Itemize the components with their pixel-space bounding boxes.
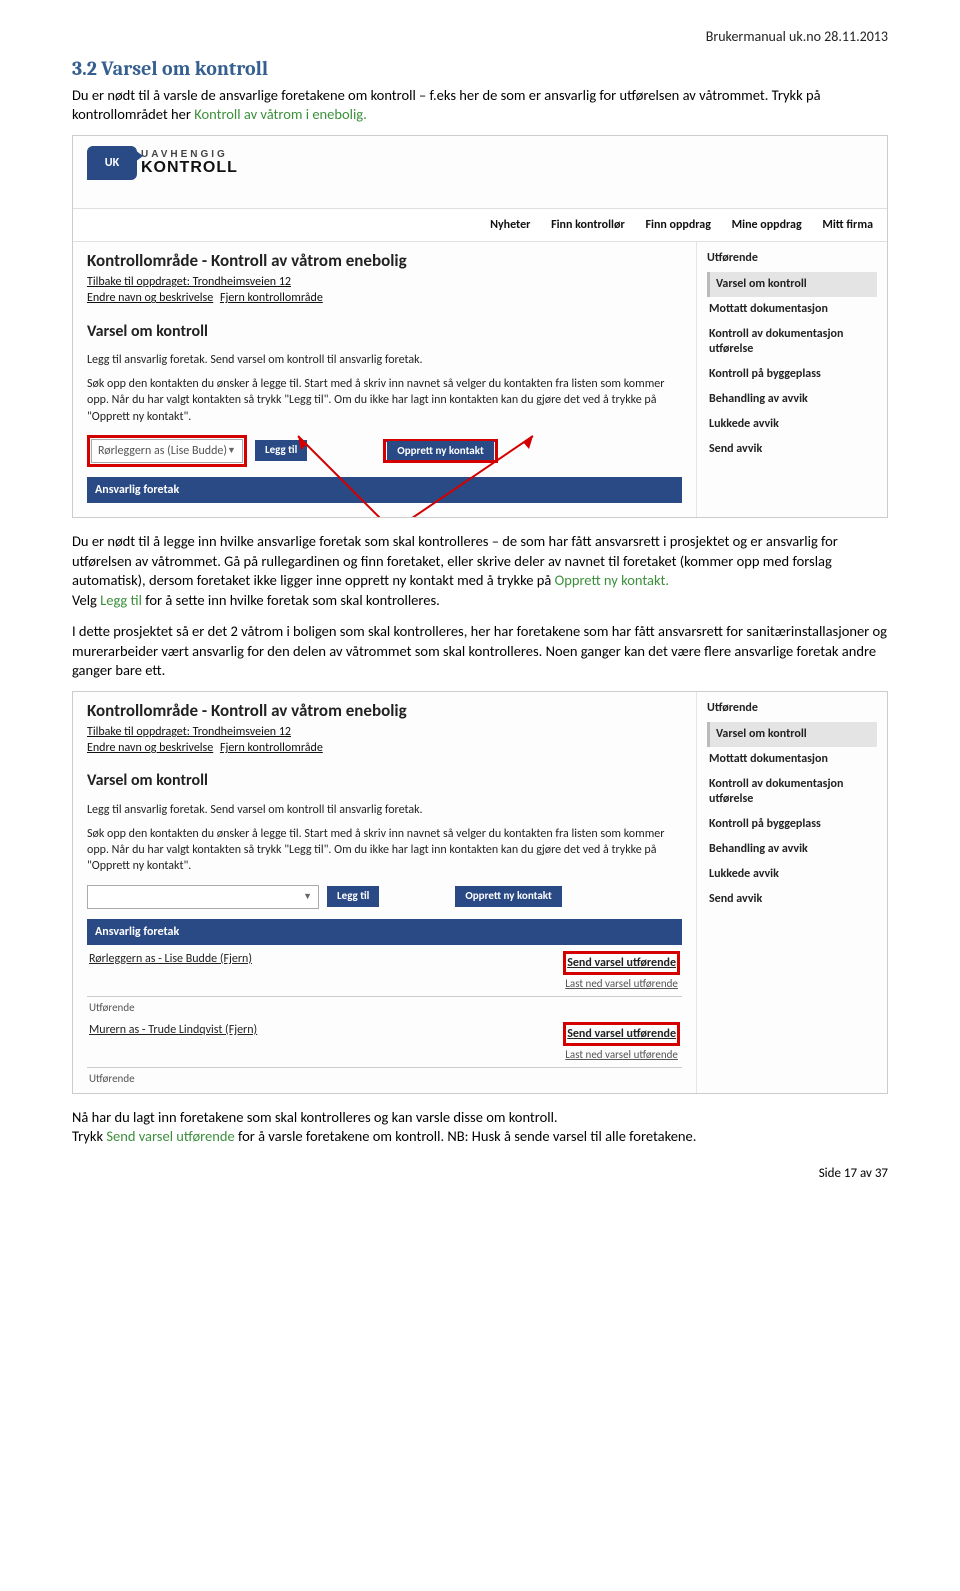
highlight-send-1: Send varsel utførende — [563, 951, 680, 975]
nav-item[interactable]: Nyheter — [490, 218, 530, 232]
send-varsel-link[interactable]: Send varsel utførende — [567, 956, 676, 970]
page-number: Side 17 av 37 — [72, 1165, 888, 1183]
responsible-row: Rørleggern as - Lise Budde (Fjern) Send … — [87, 945, 682, 997]
remove-link[interactable]: Fjern kontrollområde — [220, 741, 323, 755]
varsel-title: Varsel om kontroll — [87, 770, 682, 792]
helper-2: Søk opp den kontakten du ønsker å legge … — [87, 826, 682, 875]
sidebar-item[interactable]: Behandling av avvik — [707, 387, 877, 412]
para4-b-post: for å varsle foretakene om kontroll. NB:… — [238, 1127, 696, 1145]
top-nav: Nyheter Finn kontrollør Finn oppdrag Min… — [73, 208, 887, 242]
download-varsel-link[interactable]: Last ned varsel utførende — [563, 977, 680, 992]
para4-a: Nå har du lagt inn foretakene som skal k… — [72, 1108, 558, 1126]
sidebar-item[interactable]: Behandling av avvik — [707, 837, 877, 862]
nav-item[interactable]: Mine oppdrag — [732, 218, 802, 232]
edit-link[interactable]: Endre navn og beskrivelse — [87, 741, 213, 755]
sidebar-item[interactable]: Mottatt dokumentasjon — [707, 297, 877, 322]
sidebar-item[interactable]: Kontroll på byggeplass — [707, 812, 877, 837]
chevron-down-icon: ▼ — [303, 891, 312, 903]
sidebar-item[interactable]: Kontroll av dokumentasjon utførelse — [707, 772, 877, 812]
area-title: Kontrollområde - Kontroll av våtrom eneb… — [87, 250, 682, 273]
nav-item[interactable]: Finn oppdrag — [645, 218, 710, 232]
sidebar-item-varsel[interactable]: Varsel om kontroll — [707, 272, 877, 297]
para2-b-post: for å sette inn hvilke foretak som skal … — [145, 591, 440, 609]
sidebar-item[interactable]: Lukkede avvik — [707, 412, 877, 437]
responsible-name[interactable]: Rørleggern as - Lise Budde (Fjern) — [89, 951, 252, 967]
screenshot-1: UK UAVHENGIG KONTROLL Nyheter Finn kontr… — [72, 135, 888, 518]
dropdown-value: Rørleggern as (Lise Budde) — [98, 443, 227, 459]
highlight-send-2: Send varsel utførende — [563, 1022, 680, 1046]
utforende-label: Utførende — [87, 997, 682, 1016]
area-title: Kontrollområde - Kontroll av våtrom eneb… — [87, 700, 682, 723]
para2-b-green: Legg til — [100, 591, 142, 609]
helper-1: Legg til ansvarlig foretak. Send varsel … — [87, 802, 682, 818]
responsible-bar: Ansvarlig foretak — [87, 919, 682, 945]
section-heading: 3.2 Varsel om kontroll — [72, 55, 888, 82]
new-contact-button[interactable]: Opprett ny kontakt — [455, 886, 561, 907]
paragraph-2: Du er nødt til å legge inn hvilke ansvar… — [72, 532, 888, 610]
sidebar-item[interactable]: Mottatt dokumentasjon — [707, 747, 877, 772]
helper-1: Legg til ansvarlig foretak. Send varsel … — [87, 352, 682, 368]
responsible-row: Murern as - Trude Lindqvist (Fjern) Send… — [87, 1016, 682, 1068]
sidebar-item[interactable]: Lukkede avvik — [707, 862, 877, 887]
chevron-down-icon: ▼ — [227, 445, 236, 457]
helper-2: Søk opp den kontakten du ønsker å legge … — [87, 376, 682, 425]
sidebar-item[interactable]: Kontroll av dokumentasjon utførelse — [707, 322, 877, 362]
intro-text: Du er nødt til å varsle de ansvarlige fo… — [72, 86, 821, 124]
para2-a-green: Opprett ny kontakt. — [555, 571, 669, 589]
app-logo: UK UAVHENGIG KONTROLL — [87, 146, 238, 180]
varsel-title: Varsel om kontroll — [87, 321, 682, 343]
para4-b-pre: Trykk — [72, 1127, 106, 1145]
sidebar-item[interactable]: Send avvik — [707, 437, 877, 462]
add-button[interactable]: Legg til — [255, 440, 307, 461]
screenshot-2: Kontrollområde - Kontroll av våtrom eneb… — [72, 691, 888, 1094]
logo-line2: KONTROLL — [141, 160, 238, 176]
highlight-new-contact: Opprett ny kontakt — [383, 439, 497, 463]
sidebar-item[interactable]: Send avvik — [707, 887, 877, 912]
nav-item[interactable]: Finn kontrollør — [551, 218, 625, 232]
logo-badge: UK — [87, 146, 137, 180]
new-contact-button[interactable]: Opprett ny kontakt — [387, 441, 493, 460]
company-dropdown[interactable]: ▼ — [87, 885, 319, 909]
nav-item[interactable]: Mitt firma — [822, 218, 873, 232]
back-link[interactable]: Tilbake til oppdraget: Trondheimsveien 1… — [87, 725, 291, 739]
paragraph-3: I dette prosjektet så er det 2 våtrom i … — [72, 622, 888, 681]
intro-paragraph: Du er nødt til å varsle de ansvarlige fo… — [72, 86, 888, 125]
utforende-label: Utførende — [87, 1068, 682, 1087]
paragraph-4: Nå har du lagt inn foretakene som skal k… — [72, 1108, 888, 1147]
para2-b-pre: Velg — [72, 591, 100, 609]
company-dropdown[interactable]: Rørleggern as (Lise Budde) ▼ — [91, 439, 243, 463]
back-link[interactable]: Tilbake til oppdraget: Trondheimsveien 1… — [87, 275, 291, 289]
para2-a: Du er nødt til å legge inn hvilke ansvar… — [72, 532, 838, 589]
intro-link-text: Kontroll av våtrom i enebolig. — [194, 105, 367, 123]
sidebar-item[interactable]: Kontroll på byggeplass — [707, 362, 877, 387]
send-varsel-link[interactable]: Send varsel utførende — [567, 1027, 676, 1041]
highlight-dropdown: Rørleggern as (Lise Budde) ▼ — [87, 435, 247, 467]
add-button[interactable]: Legg til — [327, 886, 379, 907]
side-heading: Utførende — [707, 700, 877, 716]
responsible-bar: Ansvarlig foretak — [87, 477, 682, 503]
para4-b-green: Send varsel utførende — [106, 1127, 234, 1145]
download-varsel-link[interactable]: Last ned varsel utførende — [563, 1048, 680, 1063]
document-header: Brukermanual uk.no 28.11.2013 — [72, 28, 888, 47]
responsible-name[interactable]: Murern as - Trude Lindqvist (Fjern) — [89, 1022, 257, 1038]
side-heading: Utførende — [707, 250, 877, 266]
remove-link[interactable]: Fjern kontrollområde — [220, 291, 323, 305]
sidebar-item-varsel[interactable]: Varsel om kontroll — [707, 722, 877, 747]
edit-link[interactable]: Endre navn og beskrivelse — [87, 291, 213, 305]
